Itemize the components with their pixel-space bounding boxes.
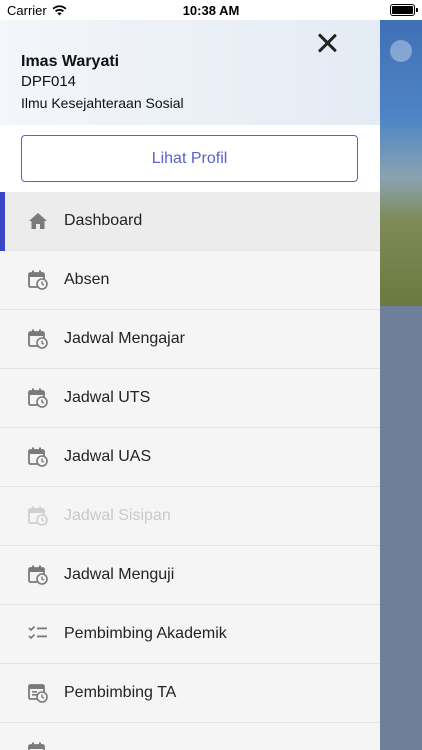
menu-label: Jadwal Menguji [64, 566, 175, 583]
calendar-clock-icon [28, 388, 48, 408]
background-header-image [380, 20, 422, 306]
menu-item-dashboard[interactable]: Dashboard [0, 192, 380, 251]
menu-label: Pembimbing Akademik [64, 625, 227, 642]
carrier-info: Carrier [7, 3, 67, 18]
wifi-icon [52, 4, 67, 15]
battery-icon [390, 4, 418, 16]
user-id: DPF014 [21, 73, 77, 90]
table-clock-icon [28, 683, 48, 703]
menu-item-pembimbing-ta[interactable]: Pembimbing TA [0, 664, 380, 723]
calendar-clock-icon [28, 329, 48, 349]
calendar-clock-icon [28, 506, 48, 526]
carrier-label: Carrier [7, 2, 47, 18]
view-profile-button[interactable]: Lihat Profil [21, 135, 358, 182]
menu-item-pembimbing-akademik[interactable]: Pembimbing Akademik [0, 605, 380, 664]
menu-item-jadwal-menguji[interactable]: Jadwal Menguji [0, 546, 380, 605]
menu-item-jadwal-mengajar[interactable]: Jadwal Mengajar [0, 310, 380, 369]
menu-item-partial[interactable] [0, 723, 380, 750]
drawer-menu: Dashboard Absen Jadwal Mengajar Jadwal U… [0, 192, 380, 750]
menu-label: Jadwal UAS [64, 448, 152, 465]
calendar-clock-icon [28, 270, 48, 290]
user-department: Ilmu Kesejahteraan Sosial [21, 95, 184, 111]
menu-label: Jadwal Sisipan [64, 507, 171, 524]
user-name: Imas Waryati [21, 53, 120, 70]
navigation-drawer: Imas Waryati DPF014 Ilmu Kesejahteraan S… [0, 20, 380, 750]
background-overlay[interactable] [380, 306, 422, 750]
menu-item-absen[interactable]: Absen [0, 251, 380, 310]
home-icon [28, 211, 48, 231]
drawer-header: Imas Waryati DPF014 Ilmu Kesejahteraan S… [0, 20, 380, 125]
menu-label: Dashboard [64, 212, 143, 229]
calendar-clock-icon [28, 742, 48, 750]
status-bar: Carrier 10:38 AM [0, 0, 422, 20]
close-icon[interactable] [316, 32, 338, 54]
checklist-icon [28, 624, 48, 644]
menu-label: Pembimbing TA [64, 684, 177, 701]
menu-label: Absen [64, 271, 110, 288]
menu-item-jadwal-uts[interactable]: Jadwal UTS [0, 369, 380, 428]
calendar-clock-icon [28, 447, 48, 467]
profile-area: Lihat Profil [0, 125, 380, 192]
menu-label: Jadwal Mengajar [64, 330, 185, 347]
menu-item-jadwal-sisipan[interactable]: Jadwal Sisipan [0, 487, 380, 546]
menu-label: Jadwal UTS [64, 389, 151, 406]
menu-item-jadwal-uas[interactable]: Jadwal UAS [0, 428, 380, 487]
calendar-clock-icon [28, 565, 48, 585]
